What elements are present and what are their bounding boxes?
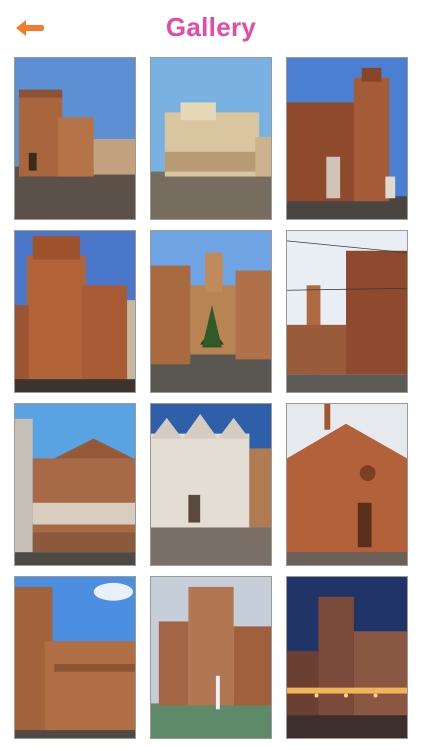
gallery-photo[interactable] (150, 403, 272, 566)
gallery-photo[interactable] (150, 57, 272, 220)
gallery-photo[interactable] (14, 576, 136, 739)
gallery-photo[interactable] (286, 230, 408, 393)
gallery-photo[interactable] (286, 57, 408, 220)
page-title: Gallery (165, 12, 257, 42)
photo-grid (14, 57, 408, 739)
gallery-photo[interactable] (150, 230, 272, 393)
gallery-photo[interactable] (14, 403, 136, 566)
app-header: Gallery (0, 0, 422, 54)
gallery-photo[interactable] (286, 403, 408, 566)
gallery-photo[interactable] (14, 230, 136, 393)
gallery-photo[interactable] (150, 576, 272, 739)
gallery-photo[interactable] (14, 57, 136, 220)
gallery-photo[interactable] (286, 576, 408, 739)
